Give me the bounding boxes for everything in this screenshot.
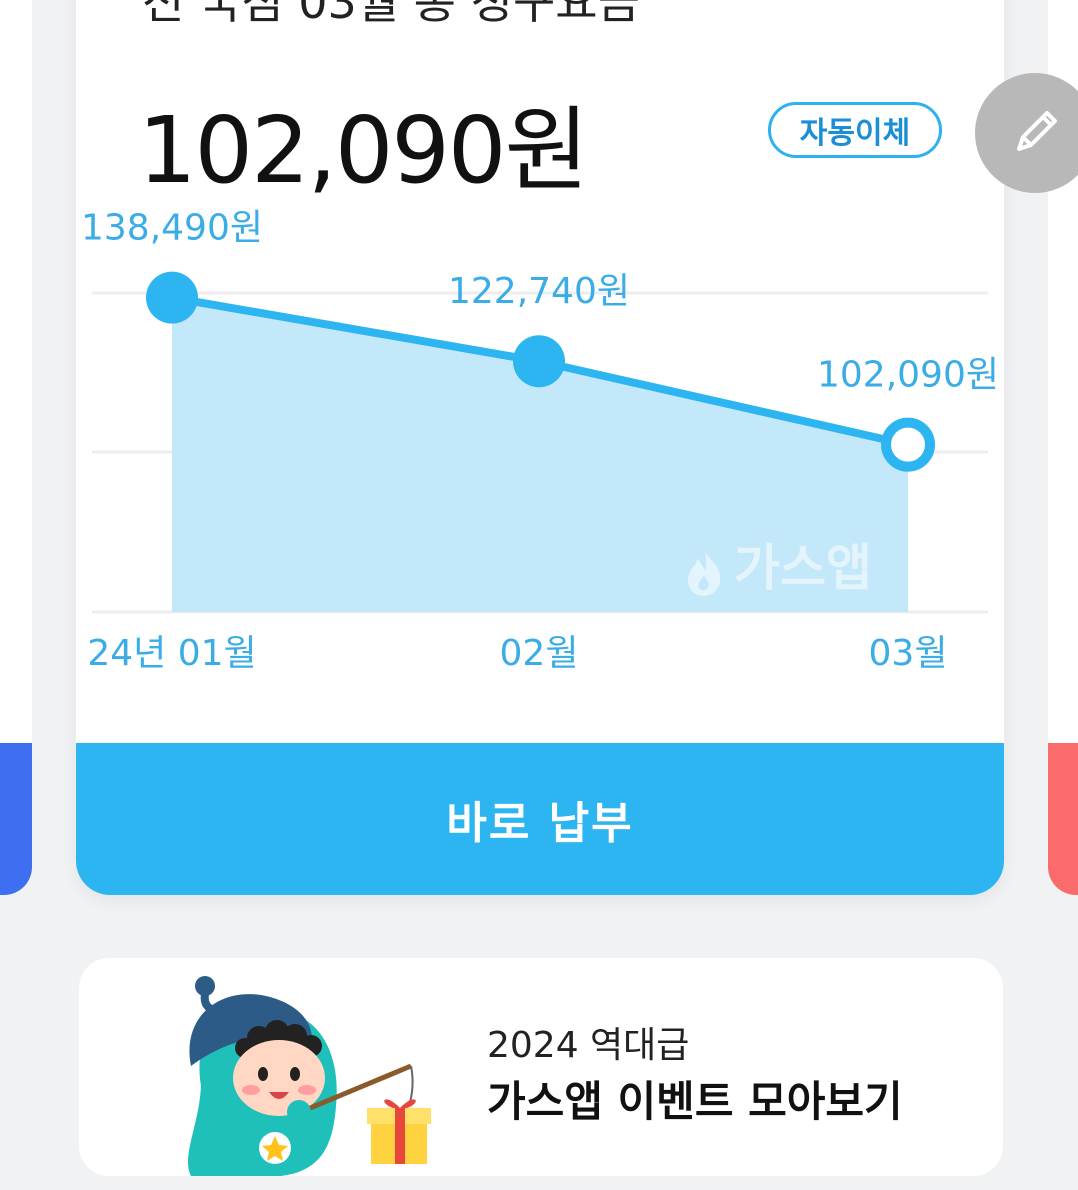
value-label: 102,090원 xyxy=(817,355,999,396)
data-point xyxy=(513,335,565,388)
value-label: 138,490원 xyxy=(81,208,263,249)
bill-history-chart: 138,490원 122,740원 102,090원 24년 01월 02월 03월 가… xyxy=(81,208,999,674)
bill-card: 전 국점 03월 총 청구요금 102,090원 자동이체 138,490원 12… xyxy=(76,0,1004,895)
x-tick-label: 24년 01월 xyxy=(87,633,256,674)
pay-now-button[interactable]: 바로 납부 xyxy=(76,743,1004,895)
pencil-icon xyxy=(1017,111,1057,151)
value-label: 122,740원 xyxy=(448,271,630,312)
previous-card-strip xyxy=(0,743,32,895)
x-tick-label: 02월 xyxy=(500,633,579,674)
next-card-strip xyxy=(1048,743,1078,895)
mascot-illustration xyxy=(187,976,431,1176)
data-point xyxy=(881,417,935,472)
data-point xyxy=(146,271,198,324)
event-banner[interactable]: 2024 역대급 가스앱 이벤트 모아보기 xyxy=(79,958,1003,1176)
watermark-text: 가스앱 xyxy=(734,539,872,597)
event-subtitle: 2024 역대급 xyxy=(487,1025,690,1066)
previous-card[interactable] xyxy=(0,0,32,895)
event-title: 가스앱 이벤트 모아보기 xyxy=(487,1077,903,1126)
x-tick-label: 03월 xyxy=(869,633,948,674)
